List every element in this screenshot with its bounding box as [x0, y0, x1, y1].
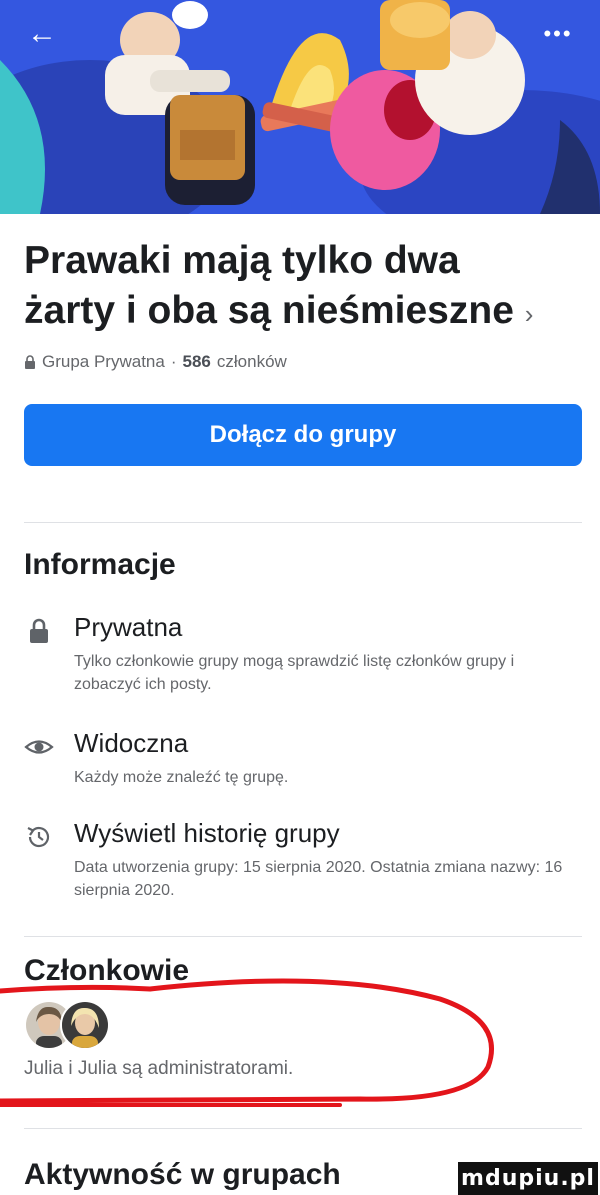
- lock-icon: [25, 354, 35, 369]
- info-item-private: Prywatna Tylko członkowie grupy mogą spr…: [24, 612, 584, 693]
- back-arrow-icon: ←: [27, 17, 57, 50]
- history-icon: [27, 826, 50, 848]
- group-meta: Grupa Prywatna · 586 członków: [24, 352, 287, 372]
- info-item-description: Każdy może znaleźć tę grupę.: [74, 769, 289, 786]
- members-heading: Członkowie: [24, 954, 190, 987]
- info-item-history[interactable]: Wyświetl historię grupy Data utworzenia …: [24, 818, 584, 908]
- group-title[interactable]: Prawaki mają tylko dwa żarty i oba są ni…: [24, 236, 554, 339]
- info-item-title: Widoczna: [74, 728, 189, 758]
- cover-illustration: [0, 0, 600, 214]
- more-options-button[interactable]: •••: [534, 14, 582, 54]
- watermark: mdupiu.pl: [458, 1162, 598, 1195]
- divider: [24, 1128, 582, 1129]
- info-item-description: Data utworzenia grupy: 15 sierpnia 2020.…: [74, 859, 563, 899]
- divider: [24, 936, 582, 937]
- info-item-description: Tylko członkowie grupy mogą sprawdzić li…: [74, 653, 515, 693]
- divider: [24, 522, 582, 523]
- info-item-title: Wyświetl historię grupy: [74, 818, 340, 848]
- admins-text: Julia i Julia są administratorami.: [24, 1058, 294, 1079]
- member-count: 586: [182, 352, 211, 371]
- eye-icon: [24, 740, 54, 754]
- privacy-label: Grupa Prywatna: [42, 352, 165, 371]
- lock-icon: [30, 618, 48, 643]
- back-button[interactable]: ←: [22, 14, 62, 54]
- chevron-right-icon: ›: [524, 299, 534, 329]
- activity-heading: Aktywność w grupach: [24, 1158, 341, 1191]
- info-item-visible: Widoczna Każdy może znaleźć tę grupę.: [24, 728, 584, 788]
- join-group-button[interactable]: Dołącz do grupy: [24, 404, 582, 466]
- group-title-text: Prawaki mają tylko dwa żarty i oba są ni…: [24, 239, 514, 332]
- member-word: członków: [216, 352, 287, 371]
- meta-separator: ·: [170, 352, 177, 371]
- info-heading: Informacje: [24, 548, 176, 581]
- info-item-title: Prywatna: [74, 612, 183, 642]
- cover-image: ← •••: [0, 0, 600, 214]
- avatar[interactable]: [60, 1000, 110, 1050]
